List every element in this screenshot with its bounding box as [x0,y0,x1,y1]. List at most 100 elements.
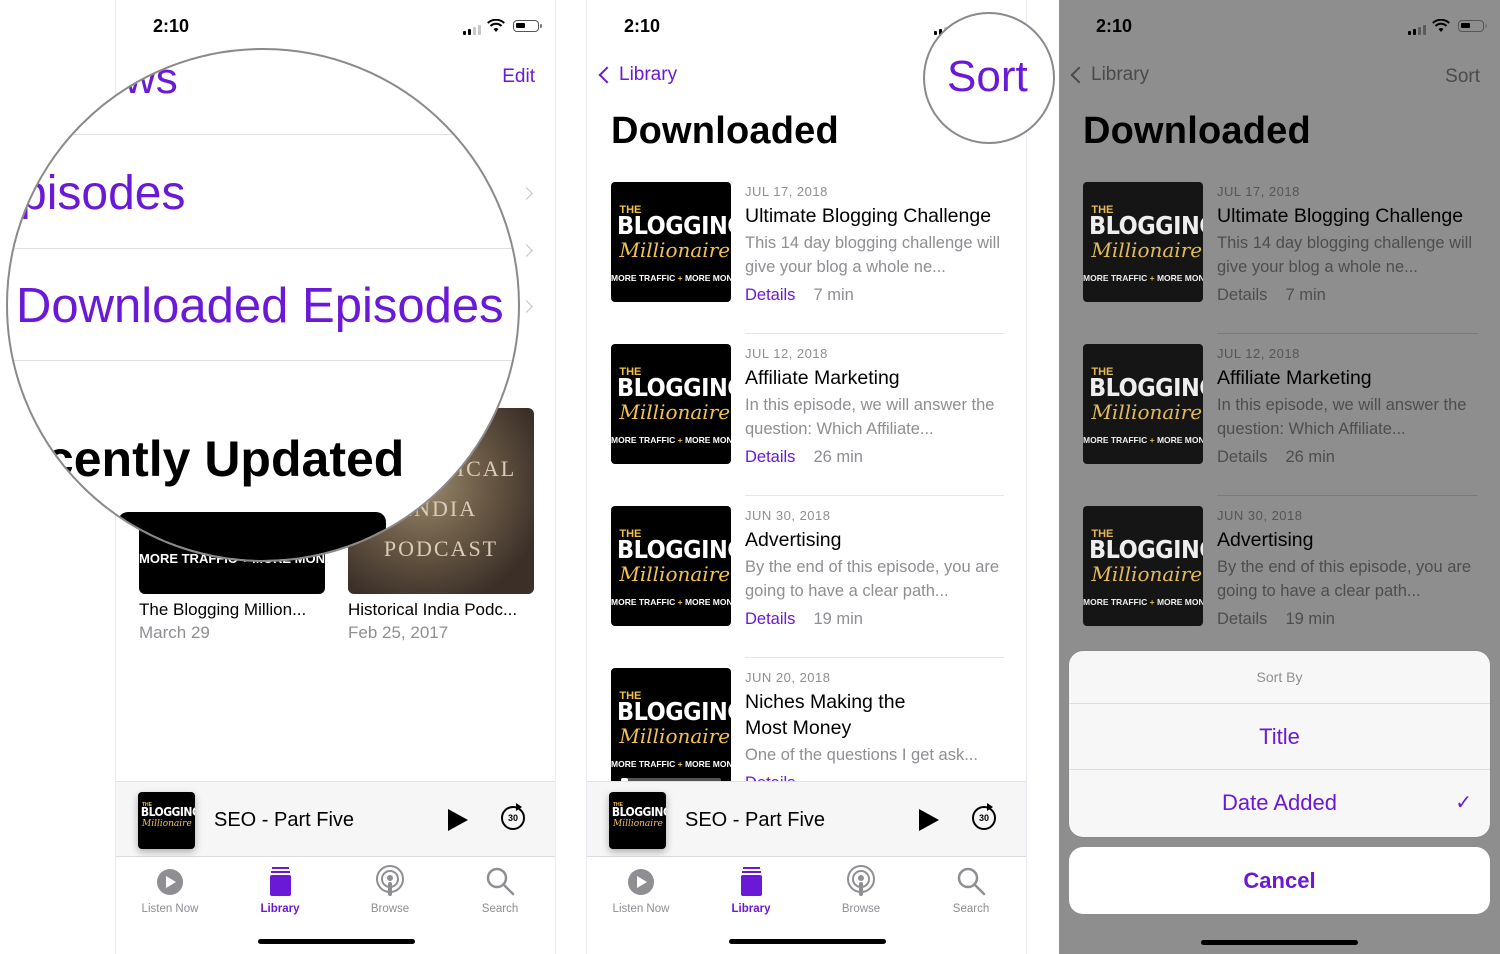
tutorial-composite: 2:10 Edit THE BLOGGING Millionaire MORE … [0,0,1500,954]
checkmark-icon: ✓ [1455,792,1472,814]
tab-library[interactable]: Library [706,865,796,915]
back-button[interactable]: Library [1069,64,1149,86]
art-text: + [1149,435,1155,446]
art-text: BLOGGING [1089,372,1203,402]
status-time: 2:10 [1096,16,1133,36]
art-text: Millionaire [1091,400,1203,425]
art-text: Millionaire [619,400,731,425]
blogging-millionaire-artwork-magnified [118,512,386,560]
tab-label: Listen Now [141,903,199,915]
sort-button[interactable]: Sort [947,52,1028,102]
library-row-downloaded-episodes[interactable]: Downloaded Episodes [16,278,504,334]
home-indicator [258,939,415,944]
art-text: BLOGGING [140,804,195,819]
episode-title: Affiliate Marketing [745,367,900,389]
art-text: MORE MONEY [684,273,731,284]
episode-row[interactable]: THEBLOGGINGMillionaireMORE TRAFFIC + MOR… [611,334,1004,496]
skip-forward-30-icon[interactable]: 30 [501,803,525,830]
details-link[interactable]: Details [1217,610,1267,628]
sort-button[interactable]: Sort [1445,66,1480,88]
back-button[interactable]: Library [597,64,677,86]
library-stack-icon [734,865,768,899]
tab-listen-now[interactable]: Listen Now [125,865,215,915]
art-text: Millionaire [619,238,731,263]
tab-bar: Listen Now Library Browse Search [116,857,555,954]
mini-player[interactable]: THE BLOGGING Millionaire SEO - Part Five… [116,781,555,857]
tab-listen-now[interactable]: Listen Now [596,865,686,915]
art-tagline: MORE TRAFFIC + MORE MONEY [1083,597,1203,607]
tab-label: Library [260,903,300,915]
status-time: 2:10 [153,16,190,36]
art-tagline: MORE TRAFFIC + MORE MONEY [1083,273,1203,283]
episode-row[interactable]: THEBLOGGINGMillionaireMORE TRAFFIC + MOR… [1083,496,1478,658]
art-text: MORE TRAFFIC [611,435,676,446]
episode-date: JUN 30, 2018 [1217,508,1303,523]
episode-duration: 7 min [1285,286,1326,304]
art-text: Millionaire [619,724,731,749]
episode-row[interactable]: THEBLOGGINGMillionaireMORE TRAFFIC + MOR… [1083,172,1478,334]
recent-podcast-date: Feb 25, 2017 [348,623,449,642]
tab-search[interactable]: Search [926,865,1016,915]
art-text: BLOGGING [1089,534,1203,564]
art-text: + [677,597,683,608]
art-text: Millionaire [619,562,731,587]
status-bar: 2:10 [116,16,555,40]
art-text: + [677,273,683,284]
skip-forward-30-icon[interactable]: 30 [972,803,996,830]
recent-podcast-title: Historical India Podc... [348,600,518,619]
option-label: Date Added [1222,790,1337,815]
play-icon[interactable] [919,809,939,831]
search-icon [954,865,988,899]
art-text: Millionaire [612,818,663,829]
library-row-episodes[interactable]: Episodes [8,166,185,221]
tab-bar: Listen Now Library Browse Search [587,857,1026,954]
art-tagline: MORE TRAFFIC + MORE MONEY [611,273,731,283]
recently-updated-heading: Recently Updated [6,431,405,487]
sort-sheet-title: Sort By [1069,651,1490,704]
library-stack-icon [263,865,297,899]
chevron-right-icon [520,187,533,200]
chevron-right-icon [520,244,533,257]
details-link[interactable]: Details [1217,448,1267,466]
episode-date: JUL 12, 2018 [1217,346,1300,361]
episode-date: JUL 17, 2018 [1217,184,1300,199]
art-text: MORE MONEY [1156,435,1203,446]
episode-row[interactable]: THEBLOGGINGMillionaireMORE TRAFFIC + MOR… [1083,334,1478,496]
blogging-millionaire-artwork: THEBLOGGINGMillionaireMORE TRAFFIC + MOR… [1083,182,1203,302]
tab-browse[interactable]: Browse [816,865,906,915]
sort-option-title[interactable]: Title [1069,704,1490,770]
tab-search[interactable]: Search [455,865,545,915]
divider [8,248,518,249]
details-link[interactable]: Details [745,448,795,466]
tab-browse[interactable]: Browse [345,865,435,915]
home-indicator [1201,940,1358,945]
art-text: + [1149,597,1155,608]
wifi-icon [1432,19,1450,32]
art-text: BLOGGING [617,210,731,240]
episode-row[interactable]: THEBLOGGINGMillionaireMORE TRAFFIC + MOR… [611,172,1004,334]
art-tagline: MORE TRAFFIC + MORE MONEY [1083,435,1203,445]
signal-icon [463,25,481,35]
episode-description: This 14 day blogging challenge will give… [1217,234,1472,276]
now-playing-artwork: THE BLOGGING Millionaire [138,792,195,849]
details-link[interactable]: Details [745,610,795,628]
play-icon[interactable] [448,809,468,831]
sort-option-date-added[interactable]: Date Added ✓ [1069,770,1490,836]
home-indicator [729,939,886,944]
mini-player[interactable]: THE BLOGGING Millionaire SEO - Part Five… [587,781,1026,857]
episode-title: Advertising [1217,529,1314,551]
art-tagline: MORE TRAFFIC + MORE MONEY [611,435,731,445]
blogging-millionaire-artwork: THEBLOGGINGMillionaireMORE TRAFFIC + MOR… [611,668,731,788]
art-text: MORE TRAFFIC [1083,435,1148,446]
episode-row[interactable]: THEBLOGGINGMillionaireMORE TRAFFIC + MOR… [611,496,1004,658]
details-link[interactable]: Details [1217,286,1267,304]
library-title-fragment: ws [124,54,178,103]
recent-podcast-date: March 29 [139,623,210,642]
art-text: + [1149,273,1155,284]
play-circle-icon [153,865,187,899]
tab-library[interactable]: Library [235,865,325,915]
details-link[interactable]: Details [745,286,795,304]
cancel-button[interactable]: Cancel [1069,847,1490,914]
art-text: BLOGGING [617,534,731,564]
art-text: MORE TRAFFIC [611,759,676,770]
